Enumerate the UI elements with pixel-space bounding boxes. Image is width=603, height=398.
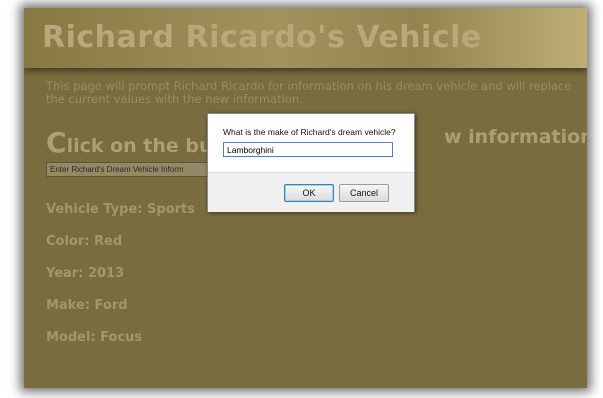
intro-text: This page will prompt Richard Ricardo fo…	[46, 79, 572, 106]
page-header: Richard Ricardo's Vehicle	[24, 8, 587, 68]
cancel-button[interactable]: Cancel	[339, 184, 389, 202]
prompt-dialog: What is the make of Richard's dream vehi…	[207, 113, 415, 212]
dialog-prompt-text: What is the make of Richard's dream vehi…	[223, 127, 396, 137]
instruction-text: lick on the but	[66, 135, 222, 157]
instruction-heading: Click on the but	[46, 126, 222, 159]
model-label: Model: Focus	[46, 330, 143, 345]
enter-vehicle-info-button[interactable]: Enter Richard's Dream Vehicle Inform	[46, 162, 216, 177]
vehicle-type-label: Vehicle Type: Sports	[46, 202, 195, 217]
year-label: Year: 2013	[46, 266, 125, 281]
dialog-footer: OK Cancel	[208, 172, 414, 212]
color-label: Color: Red	[46, 234, 123, 249]
instruction-heading-tail: w information	[444, 126, 587, 148]
instruction-initial: C	[46, 126, 67, 159]
make-label: Make: Ford	[46, 298, 128, 313]
page-title: Richard Ricardo's Vehicle	[42, 20, 482, 55]
dialog-input[interactable]	[223, 142, 393, 157]
ok-button[interactable]: OK	[284, 184, 334, 202]
